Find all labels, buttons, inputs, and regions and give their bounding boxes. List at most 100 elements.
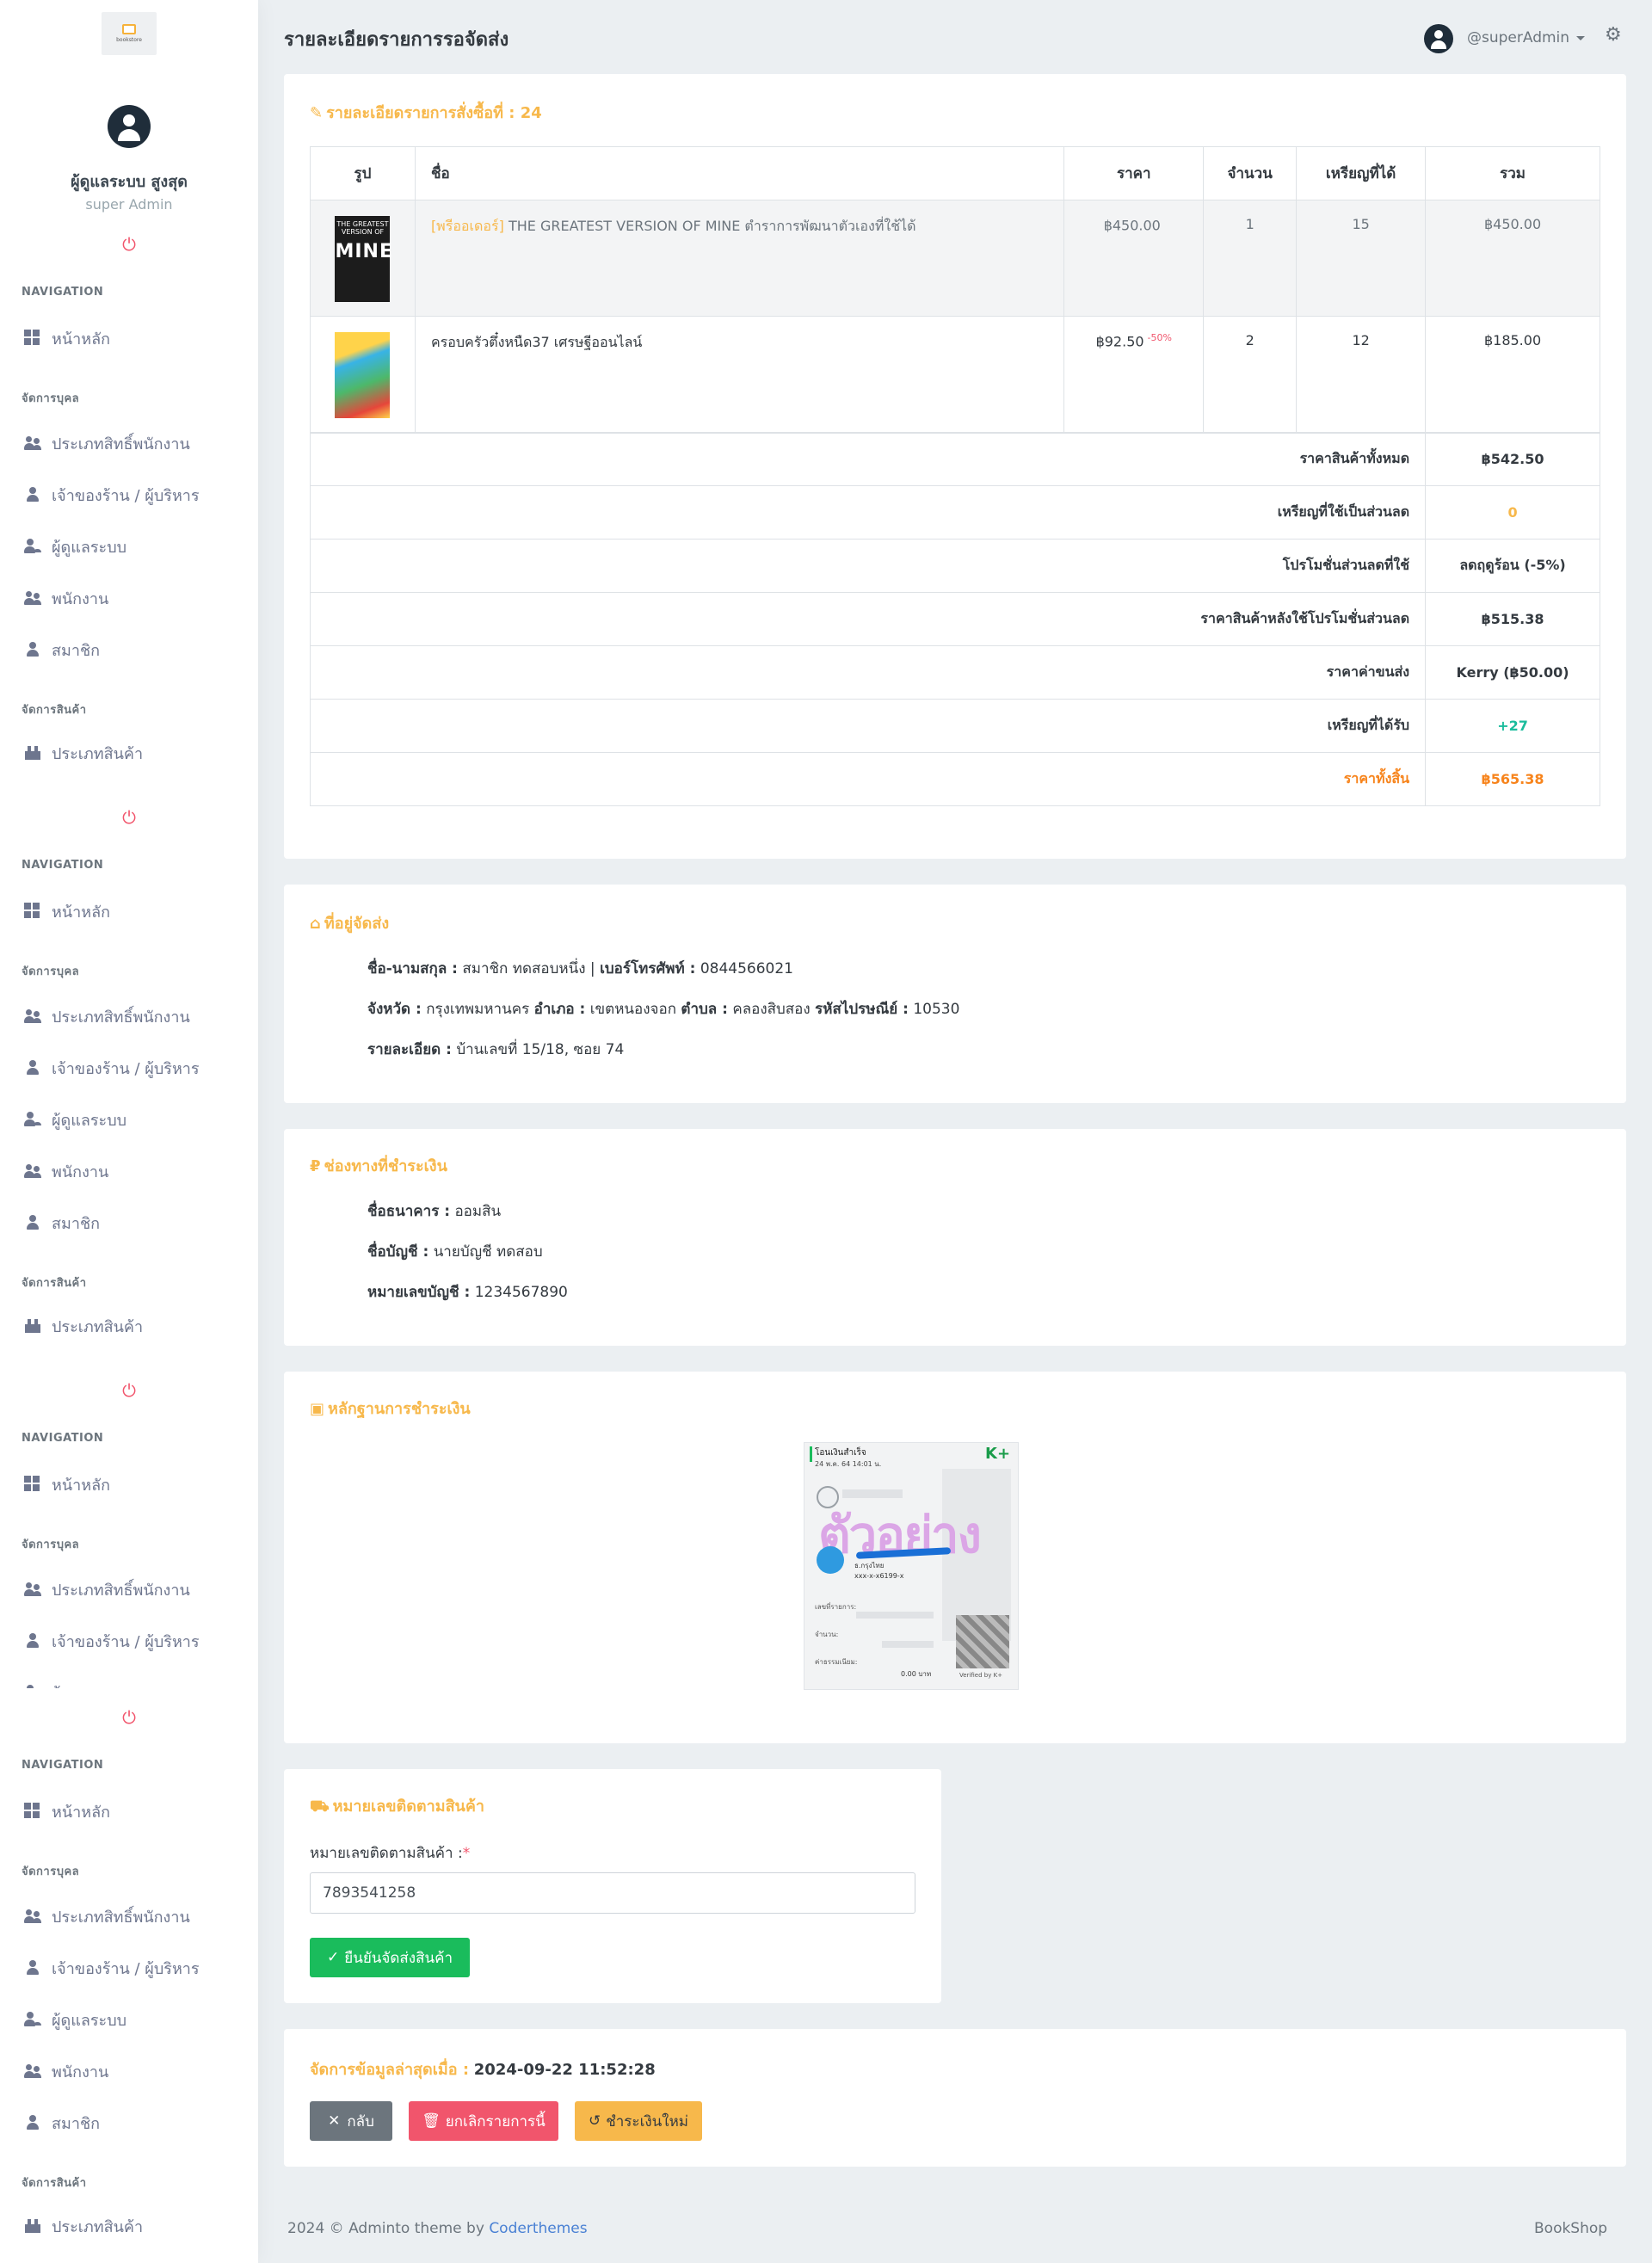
- sidebar-item-admin[interactable]: ผู้ดูแลระบบ: [24, 2007, 126, 2032]
- sidebar-item-home[interactable]: หน้าหลัก: [24, 325, 110, 351]
- sidebar-item-product-type[interactable]: ประเภทสินค้า: [24, 740, 143, 766]
- sidebar-item-label: พนักงาน: [52, 2063, 109, 2081]
- value-detail: บ้านเลขที่ 15/18, ซอย 74: [456, 1041, 625, 1058]
- power-icon[interactable]: ⏻: [119, 234, 139, 255]
- product-name: THE GREATEST VERSION OF MINE ตำราการพัฒน…: [508, 218, 916, 234]
- sidebar-item-permission[interactable]: ประเภทสิทธิ์พนักงาน: [24, 430, 190, 456]
- footer-brand-link[interactable]: Coderthemes: [489, 2220, 587, 2237]
- sidebar-item-product-type[interactable]: ประเภทสินค้า: [24, 1313, 143, 1339]
- sidebar-item-staff[interactable]: พนักงาน: [24, 1158, 108, 1184]
- users-icon: [24, 589, 41, 607]
- gear-icon[interactable]: ⚙: [1605, 24, 1622, 46]
- last-updated-value: 2024-09-22 11:52:28: [473, 2061, 656, 2079]
- user-menu[interactable]: @superAdmin: [1467, 29, 1585, 46]
- sidebar-item-member[interactable]: สมาชิก: [24, 1210, 100, 1236]
- label-bank: ชื่อธนาคาร :: [367, 1203, 451, 1220]
- sidebar-item-owner[interactable]: เจ้าของร้าน / ผู้บริหาร: [24, 1955, 200, 1981]
- label-phone: เบอร์โทรศัพท์ :: [600, 960, 696, 977]
- cancel-order-button[interactable]: 🗑 ยกเลิกรายการนี้: [409, 2101, 558, 2141]
- sidebar-username[interactable]: ผู้ดูแลระบบ สูงสุด: [0, 169, 258, 194]
- kplus-logo: K+: [985, 1445, 1011, 1463]
- label-subdistrict: ตำบล :: [681, 1001, 728, 1018]
- price-value: ฿92.50: [1095, 333, 1144, 350]
- col-header-coins: เหรียญที่ได้: [1296, 146, 1427, 200]
- sidebar-item-member[interactable]: สมาชิก: [24, 637, 100, 663]
- sidebar-item-permission[interactable]: ประเภทสิทธิ์พนักงาน: [24, 1003, 190, 1029]
- sidebar-item-staff[interactable]: พนักงาน: [24, 2058, 108, 2084]
- cell-coins: 15: [1296, 200, 1427, 317]
- sidebar-item-home[interactable]: หน้าหลัก: [24, 1471, 110, 1497]
- slip-header: โอนเงินสำเร็จ: [815, 1448, 866, 1458]
- sidebar-item-permission[interactable]: ประเภทสิทธิ์พนักงาน: [24, 1903, 190, 1929]
- tracking-number-input[interactable]: 7893541258: [310, 1872, 915, 1914]
- address-name-line: ชื่อ-นามสกุล : สมาชิก ทดสอบหนึ่ง | เบอร์…: [367, 960, 793, 977]
- proof-title: ▣ หลักฐานการชำระเงิน: [310, 1396, 471, 1421]
- user-tie-icon: [24, 1632, 41, 1649]
- undo-icon: ↺: [588, 2112, 601, 2130]
- confirm-shipping-button[interactable]: ✓ ยืนยันจัดส่งสินค้า: [310, 1938, 470, 1977]
- cover-title: MINE: [335, 240, 393, 262]
- summary-value: ลดฤดูร้อน (-5%): [1425, 539, 1600, 593]
- sidebar-item-product-type[interactable]: ประเภทสินค้า: [24, 2213, 143, 2239]
- summary-row: เหรียญที่ได้รับ +27: [309, 699, 1600, 753]
- boxes-icon: [24, 1317, 41, 1335]
- summary-label: โปรโมชั่นส่วนลดที่ใช้: [309, 539, 1427, 593]
- sidebar-item-permission[interactable]: ประเภทสิทธิ์พนักงาน: [24, 1576, 190, 1602]
- sidebar-item-home[interactable]: หน้าหลัก: [24, 1798, 110, 1824]
- check-icon: ✓: [326, 1949, 340, 1966]
- nav-title: NAVIGATION: [22, 1759, 104, 1772]
- cover-text: THE GREATEST VERSION OF: [336, 220, 389, 236]
- col-header-image: รูป: [310, 146, 416, 200]
- cell-name: ครอบครัวตึ๋งหนืด37 เศรษฐีออนไลน์: [414, 316, 1065, 433]
- slip-verified: Verified by K+: [959, 1672, 1003, 1679]
- sidebar-item-label: ประเภทสิทธิ์พนักงาน: [52, 1908, 190, 1927]
- truck-icon: ⛟: [310, 1797, 330, 1816]
- nav-title: NAVIGATION: [22, 1432, 104, 1445]
- home-icon: ⌂: [310, 915, 321, 933]
- sidebar-item-home[interactable]: หน้าหลัก: [24, 898, 110, 924]
- sidebar-item-label: พนักงาน: [52, 1162, 109, 1181]
- avatar[interactable]: [108, 105, 151, 148]
- sidebar-item-owner[interactable]: เจ้าของร้าน / ผู้บริหาร: [24, 1628, 200, 1654]
- value-account: นายบัญชี ทดสอบ: [433, 1243, 543, 1261]
- sidebar-item-staff[interactable]: พนักงาน: [24, 585, 108, 611]
- user-tie-icon: [24, 1959, 41, 1976]
- price-value: ฿450.00: [1103, 217, 1161, 234]
- payment-slip-image[interactable]: โอนเงินสำเร็จ 24 พ.ค. 64 14:01 น. K+ ตัว…: [804, 1442, 1019, 1690]
- order-title: ✎ รายละเอียดรายการสั่งซื้อที่ : 24: [310, 100, 542, 125]
- nav-title: NAVIGATION: [22, 286, 104, 299]
- summary-row: เหรียญที่ใช้เป็นส่วนลด 0: [309, 485, 1600, 540]
- redacted-ref: [856, 1612, 934, 1619]
- address-province-line: จังหวัด : กรุงเทพมหานคร อำเภอ : เขตหนองจ…: [367, 997, 959, 1021]
- repay-button[interactable]: ↺ ชำระเงินใหม่: [575, 2101, 702, 2141]
- summary-value: ฿542.50: [1425, 431, 1600, 486]
- power-icon[interactable]: ⏻: [119, 807, 139, 828]
- sidebar-item-owner[interactable]: เจ้าของร้าน / ผู้บริหาร: [24, 482, 200, 508]
- tracking-label-text: หมายเลขติดตามสินค้า :: [310, 1845, 463, 1862]
- sidebar-item-member[interactable]: สมาชิก: [24, 2110, 100, 2136]
- product-name: ครอบครัวตึ๋งหนืด37 เศรษฐีออนไลน์: [430, 334, 643, 350]
- sidebar-item-admin[interactable]: ผู้ดูแลระบบ: [24, 533, 126, 559]
- sidebar-item-owner[interactable]: เจ้าของร้าน / ผู้บริหาร: [24, 1055, 200, 1081]
- sidebar-item-label: หน้าหลัก: [52, 1803, 111, 1822]
- tracking-label: หมายเลขติดตามสินค้า :*: [310, 1841, 470, 1865]
- section-title-people: จัดการบุคล: [22, 392, 80, 405]
- cell-coins: 12: [1296, 316, 1427, 433]
- avatar[interactable]: [1424, 24, 1453, 53]
- user-cog-icon: [24, 1111, 41, 1128]
- sidebar-item-label: หน้าหลัก: [52, 903, 111, 922]
- power-icon[interactable]: ⏻: [119, 1707, 139, 1728]
- sidebar-item-admin[interactable]: ผู้ดูแลระบบ: [24, 1107, 126, 1132]
- sidebar-item-label: เจ้าของร้าน / ผู้บริหาร: [52, 1632, 200, 1651]
- slip-ref: เลขที่รายการ:: [815, 1603, 857, 1611]
- discount-badge: -50%: [1147, 332, 1172, 343]
- col-header-name: ชื่อ: [414, 146, 1065, 200]
- summary-value: +27: [1425, 699, 1600, 753]
- redacted-amount: [882, 1641, 934, 1648]
- footer-text: 2024 © Adminto theme by: [287, 2220, 484, 2237]
- required-mark: *: [462, 1845, 471, 1862]
- back-button[interactable]: ✕ กลับ: [310, 2101, 392, 2141]
- power-icon[interactable]: ⏻: [119, 1380, 139, 1401]
- sidebar-item-admin[interactable]: ผู้ดูแลระบบ: [24, 1680, 126, 1688]
- logo[interactable]: bookstore: [102, 12, 157, 55]
